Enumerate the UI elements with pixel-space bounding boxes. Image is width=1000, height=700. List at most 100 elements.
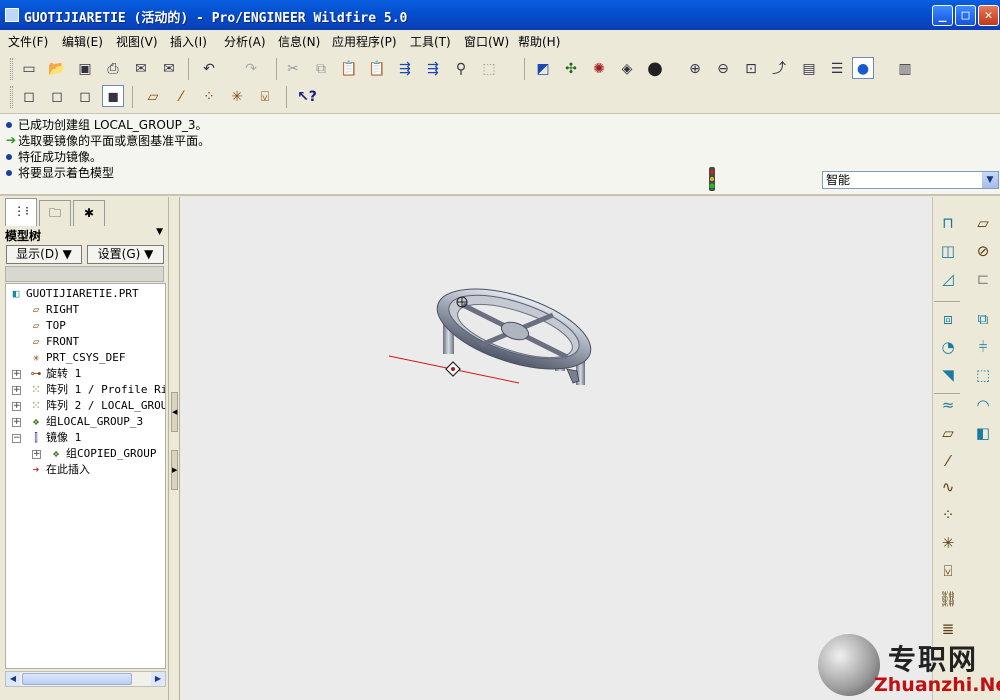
- menu-help[interactable]: 帮助(H): [518, 33, 560, 50]
- favorites-tab[interactable]: ✱: [73, 200, 105, 226]
- mail-icon[interactable]: ✉: [158, 58, 180, 80]
- tree-item[interactable]: ▱ TOP: [28, 318, 66, 334]
- mirror-tool-icon[interactable]: ⫩: [971, 335, 995, 359]
- paste-special-icon[interactable]: 📋: [366, 58, 388, 80]
- tree-item[interactable]: ◧ GUOTIJIARETIE.PRT: [8, 286, 139, 302]
- collapse-icon[interactable]: −: [12, 434, 21, 443]
- folder-browser-tab[interactable]: 🗀: [39, 200, 71, 226]
- copy-icon[interactable]: ⧉: [310, 58, 332, 80]
- thicken-icon[interactable]: ◠: [971, 393, 995, 417]
- paste-icon[interactable]: 📋: [338, 58, 360, 80]
- open-folder-icon[interactable]: 📂: [46, 58, 68, 80]
- save-icon[interactable]: ▣: [74, 58, 96, 80]
- tree-filter-bar[interactable]: [5, 266, 164, 282]
- expand-icon[interactable]: +: [12, 402, 21, 411]
- tree-item[interactable]: ✳ PRT_CSYS_DEF: [28, 350, 126, 366]
- find-icon[interactable]: ⚲: [450, 58, 472, 80]
- appearance-icon[interactable]: ●: [852, 57, 874, 79]
- settings-button[interactable]: 设置(G) ▼: [87, 245, 164, 264]
- datum-curve-tool-icon[interactable]: ⊏: [971, 267, 995, 291]
- round-icon[interactable]: ◔: [936, 335, 960, 359]
- new-file-icon[interactable]: ▭: [18, 58, 40, 80]
- csys-display-icon[interactable]: ✳: [226, 86, 248, 108]
- sketch-tool-icon[interactable]: ▱: [936, 421, 960, 445]
- cut-icon[interactable]: ✂: [282, 58, 304, 80]
- graphics-window[interactable]: [181, 197, 932, 700]
- context-help-icon[interactable]: ↖?: [296, 86, 318, 108]
- menu-applications[interactable]: 应用程序(P): [332, 33, 397, 50]
- menu-file[interactable]: 文件(F): [8, 33, 48, 50]
- status-light-icon[interactable]: [706, 167, 718, 191]
- shading-icon[interactable]: ◼: [102, 85, 124, 107]
- chamfer-icon[interactable]: ◥: [936, 363, 960, 387]
- menu-info[interactable]: 信息(N): [278, 33, 320, 50]
- datum-axis-tool-icon[interactable]: ⊘: [971, 239, 995, 263]
- chevron-down-icon[interactable]: ▼: [982, 172, 998, 188]
- tree-item[interactable]: ➔ 在此插入: [28, 462, 90, 478]
- saved-views-icon[interactable]: ▤: [798, 58, 820, 80]
- layers-icon[interactable]: ☰: [826, 58, 848, 80]
- caret-down-icon[interactable]: ▼: [156, 227, 163, 237]
- datum-axis-display-icon[interactable]: ⁄: [170, 86, 192, 108]
- tree-item[interactable]: ▱ FRONT: [28, 334, 79, 350]
- annotation-display-icon[interactable]: ⍌: [254, 86, 276, 108]
- selection-filter-dropdown[interactable]: 智能 ▼: [822, 171, 999, 189]
- zoom-in-icon[interactable]: ⊕: [684, 58, 706, 80]
- datum-plane-tool-icon[interactable]: ▱: [971, 211, 995, 235]
- model-tree-tab[interactable]: ⋮⁝: [5, 198, 37, 226]
- expand-icon[interactable]: +: [32, 450, 41, 459]
- redo-icon[interactable]: ↷: [240, 58, 262, 80]
- menu-insert[interactable]: 插入(I): [170, 33, 207, 50]
- select-box-icon[interactable]: ⬚: [478, 58, 500, 80]
- solidify-icon[interactable]: ◧: [971, 421, 995, 445]
- menu-edit[interactable]: 编辑(E): [62, 33, 103, 50]
- pattern-tool-icon[interactable]: ⛓: [936, 587, 960, 611]
- expand-right-icon[interactable]: ▶: [171, 450, 178, 490]
- scroll-left-icon[interactable]: ◀: [6, 672, 20, 686]
- extrude-icon[interactable]: ⧈: [936, 307, 960, 331]
- menu-analysis[interactable]: 分析(A): [224, 33, 266, 50]
- view-manager-icon[interactable]: ▥: [894, 58, 916, 80]
- sweep-icon[interactable]: ≈: [936, 393, 960, 417]
- datum-point-marker-icon[interactable]: [445, 361, 461, 377]
- datum-point-display-icon[interactable]: ⁘: [198, 86, 220, 108]
- repaint-icon[interactable]: ◩: [532, 58, 554, 80]
- hidden-line-icon[interactable]: ◻: [46, 86, 68, 108]
- analysis-tool-icon[interactable]: ⍌: [936, 559, 960, 583]
- expand-icon[interactable]: +: [12, 370, 21, 379]
- hole-icon[interactable]: ◫: [936, 239, 960, 263]
- collapse-left-icon[interactable]: ◀: [171, 392, 178, 432]
- offset-icon[interactable]: ⧉: [971, 307, 995, 331]
- tree-item[interactable]: ⁙ 阵列 2 / LOCAL_GROU: [28, 398, 165, 414]
- reorient-icon[interactable]: ⤴: [768, 58, 790, 80]
- close-button[interactable]: ✕: [978, 5, 999, 26]
- toolbar-grip[interactable]: [10, 58, 13, 80]
- datum-point-tool-icon[interactable]: ⁘: [936, 503, 960, 527]
- scroll-right-icon[interactable]: ▶: [151, 672, 165, 686]
- shading-sphere-icon[interactable]: ●: [644, 58, 666, 80]
- scrollbar-thumb[interactable]: [22, 673, 132, 685]
- tree-item[interactable]: ▱ RIGHT: [28, 302, 79, 318]
- minimize-button[interactable]: _: [932, 5, 953, 26]
- show-button[interactable]: 显示(D) ▼: [6, 245, 82, 264]
- send-mail-icon[interactable]: ✉: [130, 58, 152, 80]
- tree-item[interactable]: ❖ 组COPIED_GROUP: [48, 446, 157, 462]
- panel-splitter[interactable]: ◀ ▶: [168, 197, 180, 700]
- regen-manager-icon[interactable]: ⇶: [422, 58, 444, 80]
- expand-icon[interactable]: +: [12, 418, 21, 427]
- shell-icon[interactable]: ∿: [936, 475, 960, 499]
- refit-icon[interactable]: ⊡: [740, 58, 762, 80]
- zoom-to-fit-view-icon[interactable]: ◈: [616, 58, 638, 80]
- tree-item[interactable]: ❖ 组LOCAL_GROUP_3: [28, 414, 143, 430]
- csys-tool-icon[interactable]: ✳: [936, 531, 960, 555]
- undo-icon[interactable]: ↶: [198, 58, 220, 80]
- tree-item[interactable]: ⊶ 旋转 1: [28, 366, 82, 382]
- orient-mode-icon[interactable]: ✺: [588, 58, 610, 80]
- tree-horizontal-scrollbar[interactable]: ◀ ▶: [5, 671, 166, 687]
- revolve-tool-icon[interactable]: ⊓: [936, 211, 960, 235]
- draft-icon[interactable]: ◿: [936, 267, 960, 291]
- spin-center-icon[interactable]: ✣: [560, 58, 582, 80]
- tree-item[interactable]: ⁙ 阵列 1 / Profile Ri: [28, 382, 165, 398]
- menu-view[interactable]: 视图(V): [116, 33, 158, 50]
- no-hidden-icon[interactable]: ◻: [74, 86, 96, 108]
